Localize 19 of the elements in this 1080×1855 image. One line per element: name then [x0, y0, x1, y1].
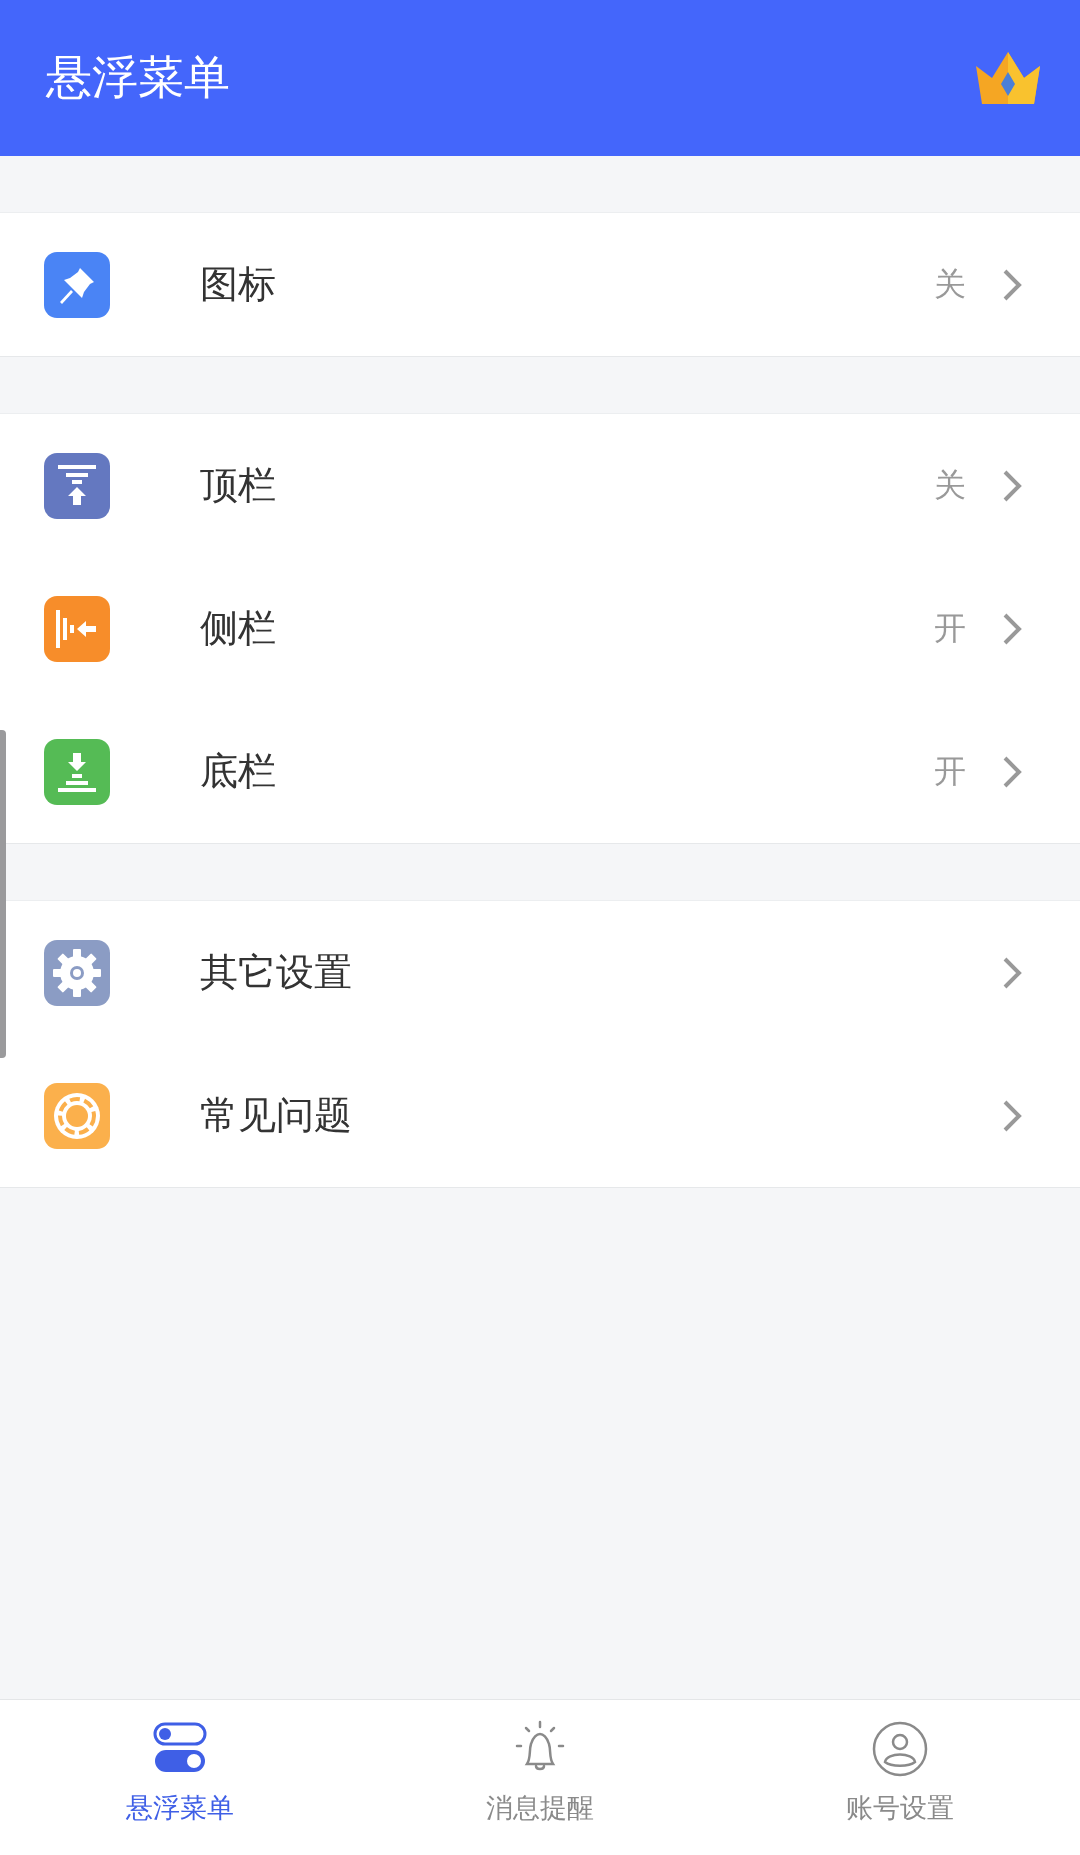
setting-label[interactable]: 其它设置	[200, 947, 1002, 998]
chevron-icon[interactable]	[1002, 611, 1024, 646]
edge-handle[interactable]	[0, 730, 6, 1058]
chevron-icon[interactable]	[1002, 267, 1024, 302]
chevron-icon[interactable]	[1002, 468, 1024, 503]
chevron-icon[interactable]	[1002, 1098, 1024, 1133]
chevron-icon[interactable]	[1002, 955, 1024, 990]
page-title: 悬浮菜单	[46, 49, 230, 106]
setting-label[interactable]: 顶栏	[200, 460, 934, 511]
setting-label[interactable]: 常见问题	[200, 1090, 1002, 1141]
setting-label[interactable]: 图标	[200, 259, 934, 310]
setting-status: 关	[934, 464, 966, 506]
setting-label[interactable]: 侧栏	[200, 603, 934, 654]
setting-status: 关	[934, 263, 966, 305]
nav-tab[interactable]: 悬浮菜单	[0, 1700, 360, 1855]
setting-status: 开	[934, 750, 966, 792]
setting-label[interactable]: 底栏	[200, 746, 934, 797]
setting-status: 开	[934, 607, 966, 649]
chevron-icon[interactable]	[1002, 754, 1024, 789]
